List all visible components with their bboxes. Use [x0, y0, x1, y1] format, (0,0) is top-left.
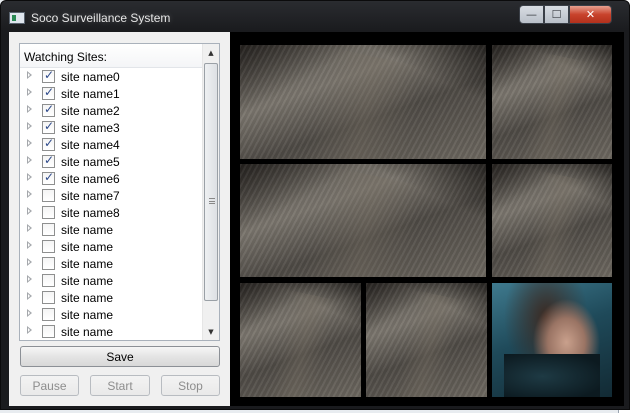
expand-arrow-icon[interactable]: [27, 88, 32, 96]
site-checkbox[interactable]: [42, 102, 55, 117]
site-checkbox[interactable]: [42, 240, 55, 253]
video-feed-7[interactable]: [492, 283, 612, 397]
site-label: site name6: [61, 172, 120, 186]
site-row[interactable]: site name: [20, 238, 204, 255]
site-checkbox[interactable]: [42, 308, 55, 321]
start-button[interactable]: Start: [90, 375, 150, 396]
video-feed-1[interactable]: [240, 45, 486, 159]
expand-arrow-icon[interactable]: [27, 292, 32, 300]
site-rows: site name0 site name1 site name2 site name3…: [20, 68, 204, 340]
window-title: Soco Surveillance System: [31, 11, 171, 25]
site-row[interactable]: site name8: [20, 204, 204, 221]
site-label: site name4: [61, 138, 120, 152]
watching-sites-tree[interactable]: Watching Sites: site name0site name1site…: [19, 43, 220, 341]
site-row[interactable]: site name: [20, 272, 204, 289]
site-row[interactable]: site name7: [20, 187, 204, 204]
site-label: site name7: [61, 189, 120, 203]
site-label: site name: [61, 257, 114, 271]
site-label: site name: [61, 308, 114, 322]
expand-arrow-icon[interactable]: [27, 173, 32, 181]
site-label: site name3: [61, 121, 120, 135]
site-checkbox[interactable]: [42, 325, 55, 338]
site-checkbox[interactable]: [42, 223, 55, 236]
expand-arrow-icon[interactable]: [27, 275, 32, 283]
site-row[interactable]: site name2: [20, 102, 204, 119]
site-row[interactable]: site name: [20, 306, 204, 323]
pause-button[interactable]: Pause: [20, 375, 79, 396]
video-feed-3[interactable]: [240, 164, 486, 277]
site-row[interactable]: site name: [20, 255, 204, 272]
expand-arrow-icon[interactable]: [27, 122, 32, 130]
site-row[interactable]: site name1: [20, 85, 204, 102]
site-checkbox[interactable]: [42, 206, 55, 219]
main-window: Soco Surveillance System — ☐ ✕ Watching …: [0, 0, 630, 410]
control-panel: Watching Sites: site name0site name1site…: [9, 32, 230, 406]
site-label: site name: [61, 240, 114, 254]
expand-arrow-icon[interactable]: [27, 326, 32, 334]
site-row[interactable]: site name3: [20, 119, 204, 136]
client-area: Watching Sites: site name0site name1site…: [9, 32, 624, 406]
vertical-scrollbar[interactable]: ▲ ▼: [202, 44, 219, 340]
site-checkbox[interactable]: [42, 291, 55, 304]
expand-arrow-icon[interactable]: [27, 105, 32, 113]
site-checkbox[interactable]: [42, 257, 55, 270]
video-feed-2[interactable]: [492, 45, 612, 159]
video-feed-4[interactable]: [492, 164, 612, 277]
window-controls: — ☐ ✕: [519, 5, 612, 27]
site-row[interactable]: site name5: [20, 153, 204, 170]
site-row[interactable]: site name: [20, 221, 204, 238]
grip-icon: [209, 198, 215, 204]
site-label: site name1: [61, 87, 120, 101]
site-label: site name: [61, 325, 114, 339]
expand-arrow-icon[interactable]: [27, 190, 32, 198]
site-row[interactable]: site name4: [20, 136, 204, 153]
site-checkbox[interactable]: [42, 85, 55, 100]
expand-arrow-icon[interactable]: [27, 71, 32, 79]
expand-arrow-icon[interactable]: [27, 224, 32, 232]
site-label: site name: [61, 274, 114, 288]
expand-arrow-icon[interactable]: [27, 258, 32, 266]
site-row[interactable]: site name: [20, 323, 204, 340]
title-bar[interactable]: Soco Surveillance System — ☐ ✕: [1, 1, 629, 33]
expand-arrow-icon[interactable]: [27, 207, 32, 215]
tree-header: Watching Sites:: [20, 44, 204, 68]
expand-arrow-icon[interactable]: [27, 156, 32, 164]
stop-button[interactable]: Stop: [161, 375, 220, 396]
scroll-down-icon[interactable]: ▼: [203, 323, 219, 340]
site-checkbox[interactable]: [42, 136, 55, 151]
site-row[interactable]: site name0: [20, 68, 204, 85]
site-row[interactable]: site name: [20, 289, 204, 306]
video-feed-6[interactable]: [366, 283, 487, 397]
scroll-up-icon[interactable]: ▲: [203, 44, 219, 61]
scrollbar-thumb[interactable]: [204, 63, 218, 301]
site-label: site name0: [61, 70, 120, 84]
site-label: site name: [61, 291, 114, 305]
expand-arrow-icon[interactable]: [27, 309, 32, 317]
expand-arrow-icon[interactable]: [27, 139, 32, 147]
expand-arrow-icon[interactable]: [27, 241, 32, 249]
video-feed-5[interactable]: [240, 283, 361, 397]
site-label: site name5: [61, 155, 120, 169]
site-checkbox[interactable]: [42, 153, 55, 168]
site-checkbox[interactable]: [42, 189, 55, 202]
site-checkbox[interactable]: [42, 170, 55, 185]
site-checkbox[interactable]: [42, 274, 55, 287]
site-label: site name2: [61, 104, 120, 118]
site-checkbox[interactable]: [42, 119, 55, 134]
site-label: site name8: [61, 206, 120, 220]
app-icon: [9, 12, 25, 24]
minimize-button[interactable]: —: [519, 5, 544, 24]
maximize-button[interactable]: ☐: [544, 5, 569, 24]
site-row[interactable]: site name6: [20, 170, 204, 187]
site-label: site name: [61, 223, 114, 237]
save-button[interactable]: Save: [20, 346, 220, 367]
site-checkbox[interactable]: [42, 68, 55, 83]
close-button[interactable]: ✕: [569, 5, 612, 24]
